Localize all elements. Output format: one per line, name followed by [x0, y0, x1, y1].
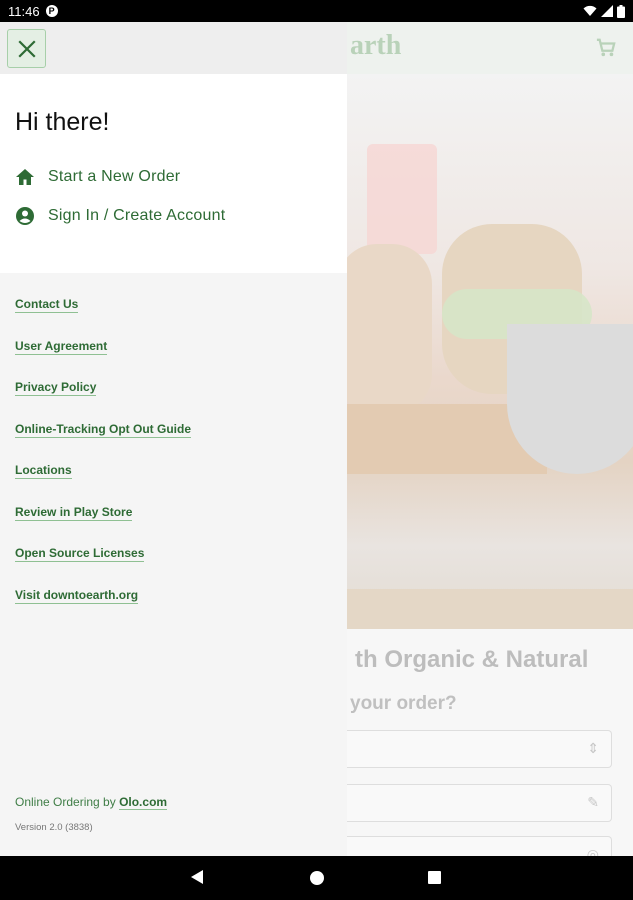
version-text: Version 2.0 (3838) [15, 822, 93, 833]
home-icon [15, 167, 35, 187]
app-heading: th Organic & Natural [355, 646, 589, 673]
open-source-licenses-link[interactable]: Open Source Licenses [15, 546, 145, 562]
recents-icon[interactable] [428, 871, 441, 884]
visit-website-link[interactable]: Visit downtoearth.org [15, 588, 139, 604]
system-nav-bar [0, 856, 633, 900]
home-button-icon[interactable] [310, 871, 324, 885]
tracking-opt-out-link[interactable]: Online-Tracking Opt Out Guide [15, 422, 192, 438]
order-type-select[interactable]: ⇕ [347, 730, 612, 768]
status-time: 11:46 [8, 3, 40, 19]
locations-link[interactable]: Locations [15, 463, 72, 479]
sign-in-label: Sign In / Create Account [48, 207, 226, 224]
footer-prefix: Online Ordering by [15, 795, 116, 809]
location-field[interactable]: ✎ [347, 784, 612, 822]
parking-notification-icon: P [45, 5, 58, 17]
wifi-icon [583, 5, 597, 16]
account-circle-icon [15, 206, 35, 226]
battery-icon [617, 4, 625, 18]
navigation-drawer: Hi there! Start a New Order Sign In / Cr… [0, 22, 347, 856]
address-field[interactable]: ◎ [347, 836, 612, 856]
app-subheading: your order? [350, 693, 457, 714]
close-icon [17, 39, 36, 58]
start-new-order-item[interactable]: Start a New Order [15, 167, 180, 187]
status-bar: 11:46 P [0, 0, 633, 22]
hero-food-image [337, 74, 633, 629]
sign-in-item[interactable]: Sign In / Create Account [15, 206, 225, 226]
privacy-policy-link[interactable]: Privacy Policy [15, 380, 97, 396]
close-button[interactable] [7, 29, 46, 68]
edit-icon: ✎ [587, 794, 599, 810]
start-new-order-label: Start a New Order [48, 168, 181, 185]
footer-credit: Online Ordering by Olo.com [15, 795, 168, 810]
select-arrows-icon: ⇕ [587, 740, 599, 756]
cart-icon[interactable] [595, 38, 617, 58]
greeting-heading: Hi there! [15, 108, 110, 136]
olo-link[interactable]: Olo.com [119, 795, 168, 810]
drawer-header [0, 22, 347, 74]
review-play-store-link[interactable]: Review in Play Store [15, 505, 133, 521]
locate-icon: ◎ [586, 846, 599, 856]
contact-us-link[interactable]: Contact Us [15, 297, 79, 313]
user-agreement-link[interactable]: User Agreement [15, 339, 108, 355]
brand-logo: arth [350, 30, 402, 61]
cell-signal-icon [601, 5, 613, 17]
back-icon[interactable] [190, 869, 204, 885]
